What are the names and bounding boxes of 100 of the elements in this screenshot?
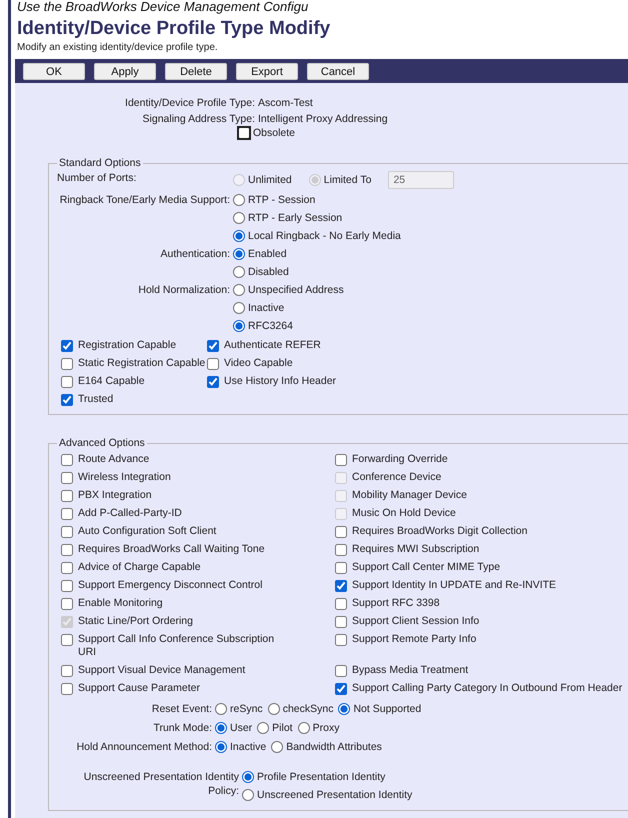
obsolete-checkbox[interactable] (238, 127, 250, 139)
action-button[interactable]: OK (23, 63, 85, 80)
option-label: Bandwidth Attributes (286, 740, 382, 754)
checkbox-label: Static Line/Port Ordering (78, 615, 193, 628)
checkbox[interactable] (335, 683, 347, 695)
option-label: Unscreened Presentation Identity (257, 788, 412, 802)
radio-button[interactable] (233, 194, 245, 206)
checkbox-label: Add P-Called-Party-ID (78, 507, 182, 520)
checkbox[interactable] (335, 562, 347, 574)
option-label: Not Supported (353, 702, 422, 716)
option-label: RTP - Session (248, 193, 316, 207)
checkbox-label: Conference Device (352, 471, 442, 484)
checkbox[interactable] (61, 454, 73, 466)
checkbox-label: Bypass Media Treatment (352, 664, 468, 677)
checkbox-label: Support Remote Party Info (352, 633, 476, 646)
option-label: checkSync (282, 702, 334, 716)
checkbox-label: Auto Configuration Soft Client (78, 525, 216, 538)
checkbox[interactable] (335, 616, 347, 628)
radio-button[interactable] (215, 722, 227, 734)
radio-button[interactable] (268, 703, 280, 715)
radio-button[interactable] (233, 266, 245, 278)
radio-button[interactable] (233, 302, 245, 314)
checkbox[interactable] (61, 580, 73, 592)
checkbox-label: Route Advance (78, 453, 150, 466)
checkbox[interactable] (61, 340, 73, 352)
radio-button[interactable] (233, 248, 245, 260)
radio-button[interactable] (242, 771, 254, 783)
checkbox[interactable] (207, 340, 219, 352)
radio-button[interactable] (215, 703, 227, 715)
option-label: Local Ringback - No Early Media (248, 229, 401, 243)
field-label: Signaling Address Type: (142, 113, 255, 125)
checkbox-label: Support Cause Parameter (78, 682, 200, 695)
checkbox[interactable] (335, 544, 347, 556)
field-value: Intelligent Proxy Addressing (258, 113, 389, 125)
radio-button[interactable] (338, 703, 350, 715)
radio-button[interactable] (298, 722, 310, 734)
field-label: Reset Event: (150, 702, 213, 716)
action-button[interactable]: Export (236, 63, 298, 80)
option-label: Disabled (248, 265, 289, 279)
checkbox-label: Support Calling Party Category In Outbound From Header (352, 682, 622, 695)
radio-button[interactable] (257, 722, 270, 734)
checkbox[interactable] (61, 598, 73, 610)
option-label: reSync (230, 702, 263, 716)
checkbox[interactable] (207, 376, 219, 388)
checkbox[interactable] (61, 472, 73, 484)
checkbox[interactable] (61, 634, 73, 646)
option-label: Profile Presentation Identity (257, 770, 386, 784)
checkbox-label: Support Visual Device Management (78, 664, 246, 677)
field-label: Trunk Mode: (152, 721, 213, 735)
checkbox[interactable] (335, 634, 347, 646)
checkbox[interactable] (61, 490, 73, 502)
checkbox[interactable] (335, 454, 347, 466)
checkbox[interactable] (207, 358, 219, 370)
radio-button[interactable] (271, 741, 284, 753)
checkbox[interactable] (61, 508, 73, 520)
option-label: Inactive (248, 301, 284, 315)
option-label: Enabled (248, 247, 287, 261)
option-label: Pilot (272, 721, 293, 735)
checkbox[interactable] (61, 665, 73, 677)
checkbox-label: E164 Capable (78, 375, 145, 388)
checkbox[interactable] (335, 598, 347, 610)
field-label: Number of Ports: (57, 171, 138, 185)
option-label: Unlimited (248, 173, 292, 187)
checkbox-label: Registration Capable (78, 339, 176, 352)
action-button[interactable]: Cancel (307, 63, 369, 80)
action-button[interactable]: Delete (165, 63, 227, 80)
checkbox-label: Support Emergency Disconnect Control (78, 579, 262, 592)
option-label: Inactive (230, 740, 266, 754)
checkbox[interactable] (61, 683, 73, 695)
radio-button[interactable] (233, 320, 245, 332)
checkbox[interactable] (61, 376, 73, 388)
checkbox[interactable] (61, 358, 73, 370)
checkbox-label: Support Client Session Info (352, 615, 480, 628)
checkbox-label: Support Identity In UPDATE and Re-INVITE (352, 579, 556, 592)
checkbox-label: Requires BroadWorks Digit Collection (352, 525, 528, 538)
checkbox[interactable] (61, 394, 73, 406)
checkbox-label: Authenticate REFER (224, 339, 321, 352)
option-label: RFC3264 (248, 319, 293, 333)
checkbox-label: Requires MWI Subscription (352, 543, 480, 556)
checkbox[interactable] (61, 526, 73, 538)
checkbox-label: Forwarding Override (352, 453, 448, 466)
radio-button[interactable] (233, 212, 245, 224)
field-label: Identity/Device Profile Type: (124, 97, 255, 109)
checkbox[interactable] (61, 544, 73, 556)
checkbox[interactable] (335, 526, 347, 538)
checkbox-label: Trusted (78, 393, 114, 406)
radio-button[interactable] (215, 741, 227, 753)
checkbox-label: Wireless Integration (78, 471, 171, 484)
checkbox-label: Music On Hold Device (352, 507, 456, 520)
checkbox[interactable] (335, 665, 347, 677)
checkbox[interactable] (61, 562, 73, 574)
checkbox-label: Support Call Info Conference Subscription URI (78, 633, 276, 659)
page-description: Modify an existing identity/device profile type. (17, 42, 219, 53)
radio-button[interactable] (242, 789, 254, 801)
option-label: RTP - Early Session (248, 211, 342, 225)
checkbox[interactable] (335, 580, 347, 592)
checkbox-label: Enable Monitoring (78, 597, 163, 610)
radio-button[interactable] (233, 230, 245, 242)
radio-button[interactable] (233, 284, 245, 296)
action-button[interactable]: Apply (94, 63, 156, 80)
